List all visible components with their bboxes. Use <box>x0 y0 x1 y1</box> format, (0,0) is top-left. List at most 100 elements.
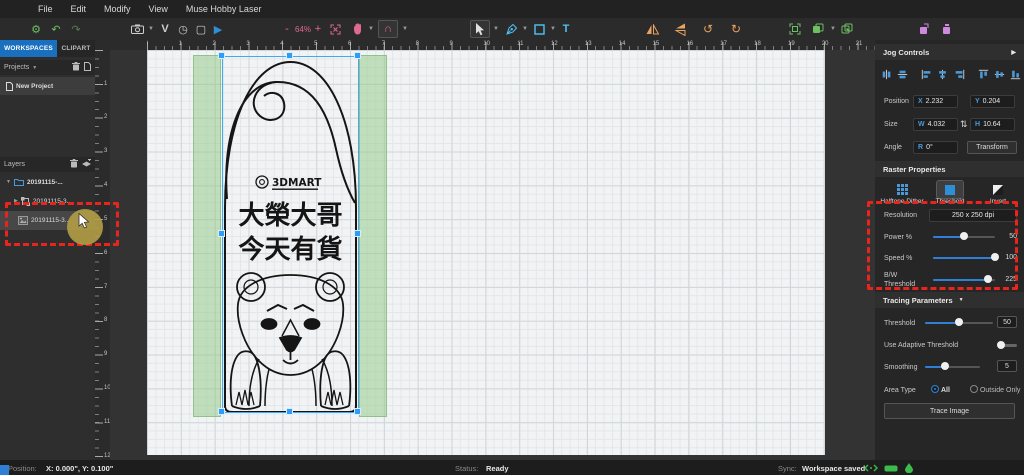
power-slider[interactable] <box>933 232 995 241</box>
zoom-in-button[interactable]: + <box>314 20 322 38</box>
selection-handle-e[interactable] <box>354 230 361 237</box>
shape-rectangle-tool-icon[interactable] <box>531 20 547 38</box>
delete-layer-trash-icon[interactable] <box>70 159 78 170</box>
position-y-field[interactable]: Y0.204 <box>970 95 1015 108</box>
camera-capture-icon[interactable] <box>128 20 146 38</box>
camera-dropdown-caret[interactable]: ▼ <box>147 20 155 38</box>
group-layers-icon[interactable] <box>809 20 827 38</box>
selection-handle-n[interactable] <box>286 52 293 59</box>
selection-handle-sw[interactable] <box>218 408 225 415</box>
select-tool-icon[interactable] <box>470 20 490 38</box>
flip-horizontal-icon[interactable] <box>643 20 661 38</box>
flip-vertical-icon[interactable] <box>671 20 689 38</box>
new-project-icon[interactable] <box>84 62 91 73</box>
canvas-viewport[interactable]: 3DMART 大榮大哥 今天有貨 <box>110 50 875 460</box>
projects-collapse-caret[interactable]: ▼ <box>32 65 37 71</box>
selection-bounding-box[interactable] <box>222 56 359 413</box>
area-type-all-option[interactable]: All <box>931 385 950 394</box>
position-x-field[interactable]: X2.232 <box>913 95 958 108</box>
menu-view[interactable]: View <box>149 4 168 14</box>
selection-handle-nw[interactable] <box>218 52 225 59</box>
paste-object-icon[interactable] <box>938 20 956 38</box>
resolution-value-field[interactable]: 250 x 250 dpi <box>929 209 1017 222</box>
delete-project-trash-icon[interactable] <box>72 62 80 73</box>
vector-view-button[interactable]: V <box>158 20 172 38</box>
menu-muse-hobby-laser[interactable]: Muse Hobby Laser <box>186 4 262 14</box>
text-tool-icon[interactable]: T <box>559 20 573 38</box>
aspect-link-icon[interactable]: ⇅ <box>960 119 968 130</box>
shape-tool-caret[interactable]: ▼ <box>549 20 557 38</box>
selection-handle-w[interactable] <box>218 230 225 237</box>
jog-expand-caret[interactable]: ▶ <box>1011 49 1016 56</box>
size-h-field[interactable]: H10.64 <box>970 118 1015 131</box>
tab-clipart[interactable]: CLIPART <box>57 40 95 57</box>
mode-threshold[interactable]: Threshold <box>927 181 973 205</box>
settings-gear-icon[interactable]: ⚙ <box>28 20 44 38</box>
align-right-icon[interactable] <box>954 68 965 81</box>
snap-magnet-icon[interactable]: ∩ <box>378 20 398 38</box>
rotate-ccw-icon[interactable]: ↺ <box>699 20 717 38</box>
jog-controls-header[interactable]: Jog Controls ▶ <box>875 44 1024 60</box>
layer-vector-row[interactable]: ▶ 20191115-3... <box>0 193 95 209</box>
raster-properties-header[interactable]: Raster Properties <box>875 161 1024 177</box>
align-top-icon[interactable] <box>978 68 989 81</box>
bw-threshold-slider[interactable] <box>933 275 995 284</box>
job-timer-icon[interactable]: ◷ <box>175 20 191 38</box>
distribute-vertical-icon[interactable] <box>897 68 908 81</box>
align-center-horizontal-icon[interactable] <box>937 68 948 81</box>
select-all-frame-icon[interactable] <box>786 20 804 38</box>
pen-tool-icon[interactable] <box>503 20 519 38</box>
layers-header: Layers <box>0 157 95 172</box>
trace-threshold-slider[interactable] <box>925 318 993 327</box>
run-job-play-icon[interactable]: ▶ <box>211 20 225 38</box>
project-item-new-project[interactable]: New Project <box>0 77 95 95</box>
selection-handle-ne[interactable] <box>354 52 361 59</box>
invert-label: Invert <box>990 198 1006 205</box>
threshold-label: Threshold <box>936 198 965 205</box>
group-dropdown-caret[interactable]: ▼ <box>829 20 837 38</box>
layer-vector-expand-caret[interactable]: ▶ <box>14 198 18 204</box>
select-tool-caret[interactable]: ▼ <box>492 20 500 38</box>
undo-icon[interactable]: ↶ <box>48 20 64 38</box>
snap-dropdown-caret[interactable]: ▼ <box>401 20 409 38</box>
mode-halftone-dither[interactable]: Halftone Dither <box>879 181 925 205</box>
layer-group-expand-caret[interactable]: ▼ <box>6 179 11 185</box>
pan-hand-icon[interactable] <box>349 20 365 38</box>
zoom-out-button[interactable]: - <box>283 20 291 38</box>
smoothing-slider[interactable] <box>925 362 980 371</box>
tab-workspaces[interactable]: WORKSPACES <box>0 40 57 57</box>
distribute-horizontal-icon[interactable] <box>881 68 892 81</box>
redo-icon[interactable]: ↷ <box>68 20 84 38</box>
selection-handle-se[interactable] <box>354 408 361 415</box>
align-bottom-icon[interactable] <box>1010 68 1021 81</box>
statusbar-position-label: Position: <box>8 464 37 473</box>
angle-r-field[interactable]: R0° <box>913 141 958 154</box>
menu-file[interactable]: File <box>38 4 53 14</box>
align-left-icon[interactable] <box>921 68 932 81</box>
zoom-level-value[interactable]: 64% <box>292 20 314 38</box>
mode-invert[interactable]: Invert <box>975 181 1021 205</box>
adaptive-threshold-toggle[interactable] <box>997 341 1017 349</box>
tracing-parameters-header[interactable]: Tracing Parameters ▼ <box>875 292 1024 308</box>
ungroup-layers-icon[interactable] <box>838 20 856 38</box>
menu-modify[interactable]: Modify <box>104 4 131 14</box>
align-middle-icon[interactable] <box>994 68 1005 81</box>
workspace-page[interactable]: 3DMART 大榮大哥 今天有貨 <box>147 50 825 455</box>
add-layer-icon[interactable] <box>82 159 91 170</box>
trace-image-button[interactable]: Trace Image <box>884 403 1015 419</box>
area-type-outside-option[interactable]: Outside Only <box>970 385 1020 394</box>
speed-slider[interactable] <box>933 253 995 262</box>
selection-handle-s[interactable] <box>286 408 293 415</box>
transform-button[interactable]: Transform <box>967 141 1017 154</box>
menu-edit[interactable]: Edit <box>71 4 87 14</box>
rotate-cw-icon[interactable]: ↻ <box>727 20 745 38</box>
invert-icon <box>985 181 1011 198</box>
pen-tool-caret[interactable]: ▼ <box>521 20 529 38</box>
tracing-collapse-caret[interactable]: ▼ <box>959 297 964 303</box>
copy-object-icon[interactable] <box>915 20 933 38</box>
pan-dropdown-caret[interactable]: ▼ <box>367 20 375 38</box>
zoom-fit-icon[interactable] <box>327 20 343 38</box>
layer-group-row[interactable]: ▼ 20191115-... <box>0 173 95 191</box>
perimeter-frame-icon[interactable]: ▢ <box>193 20 209 38</box>
size-w-field[interactable]: W4.032 <box>913 118 958 131</box>
